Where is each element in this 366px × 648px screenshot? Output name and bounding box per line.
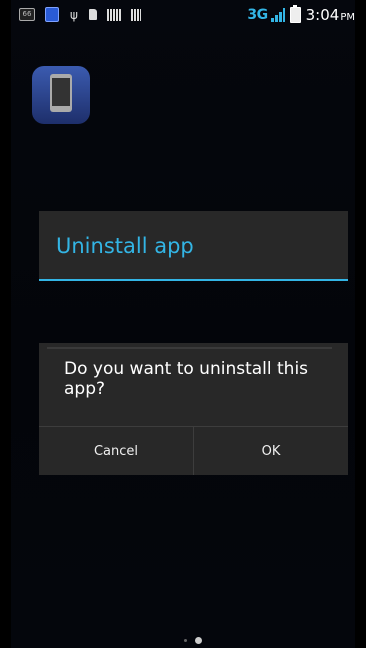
page-dot-active [195,637,202,644]
uninstall-title-panel: Uninstall app [39,211,348,281]
notification-icons: 66 ψ [19,7,141,22]
cancel-button[interactable]: Cancel [39,427,193,475]
network-type: 3G [247,7,268,23]
sd-card-icon [89,9,97,20]
dialog-title: Uninstall app [56,234,194,258]
dialog-divider [47,347,332,349]
phone-icon [50,74,72,112]
dialog-message: Do you want to uninstall this app? [64,359,309,399]
confirm-dialog: Do you want to uninstall this app? Cance… [39,343,348,475]
notification-count-icon: 66 [19,8,35,21]
barcode-icon [107,8,121,21]
barcode-small-icon [131,8,141,21]
usb-icon: ψ [70,7,78,22]
status-bar: 66 ψ 3G 3:04PM [11,0,355,28]
signal-icon [270,8,285,22]
ok-button[interactable]: OK [193,427,348,475]
clock: 3:04PM [306,6,355,24]
phone-charging-icon [32,66,90,124]
dialog-button-bar: Cancel OK [39,426,348,475]
battery-charging-icon [289,5,301,23]
page-dot-inactive [184,639,187,642]
clock-time: 3:04 [305,6,340,24]
status-right: 3G 3:04PM [247,5,355,24]
page-indicator [184,637,202,644]
screen: 66 ψ 3G 3:04PM Uninstall app Do you want… [11,0,355,648]
clock-ampm: PM [340,12,355,23]
app-notification-icon [45,7,59,22]
